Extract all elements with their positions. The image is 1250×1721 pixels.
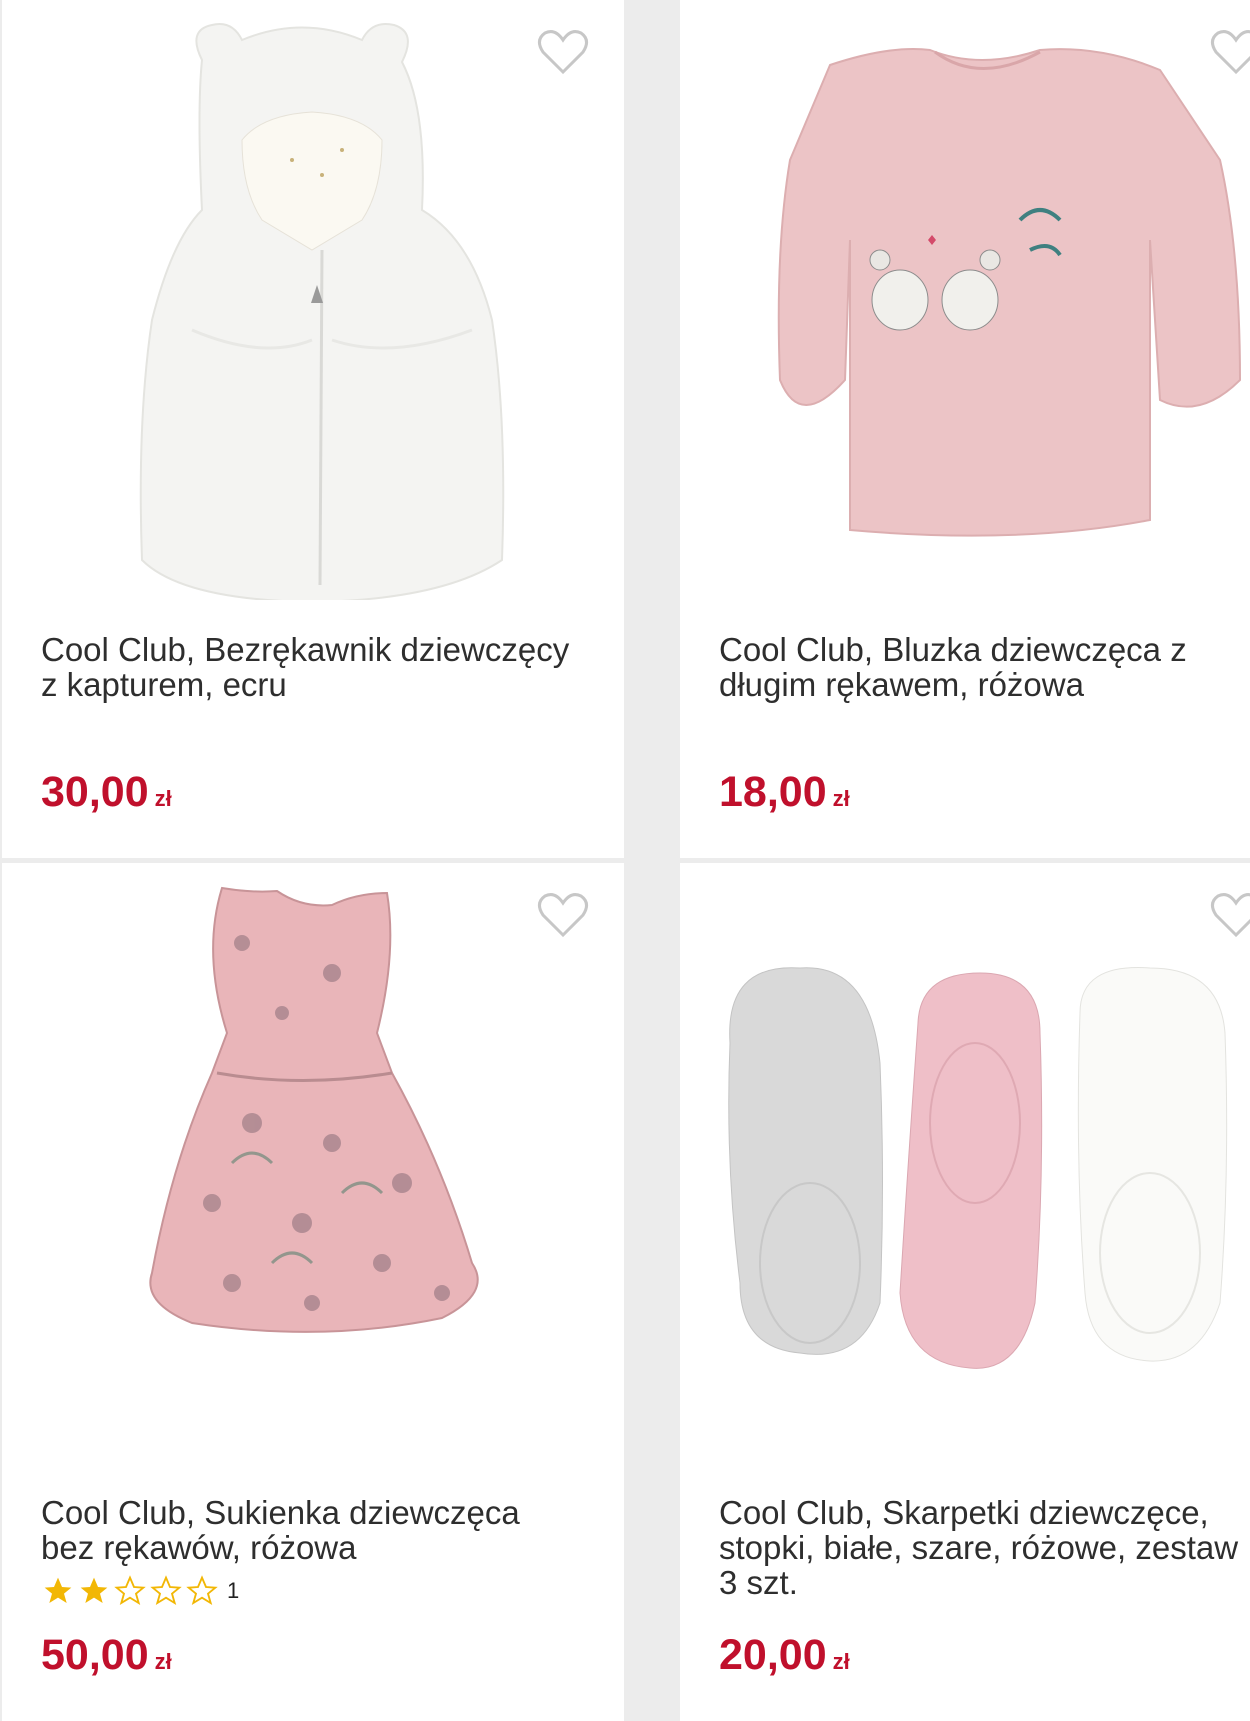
favorite-heart-icon[interactable] <box>537 28 589 76</box>
review-count: 1 <box>227 1578 240 1603</box>
product-price: 18,00 zł <box>719 768 850 816</box>
product-image[interactable] <box>680 0 1250 600</box>
product-image[interactable] <box>2 863 624 1463</box>
product-image[interactable] <box>680 863 1250 1463</box>
star-filled-icon <box>44 1577 72 1603</box>
product-card[interactable]: Cool Club, Sukienka dziewczęca bez rękaw… <box>2 863 624 1721</box>
product-card[interactable]: Cool Club, Bezrękawnik dziewczęcy z kapt… <box>2 0 624 858</box>
product-title[interactable]: Cool Club, Bluzka dziewczęca z długim rę… <box>719 632 1250 702</box>
product-title[interactable]: Cool Club, Bezrękawnik dziewczęcy z kapt… <box>41 632 601 702</box>
star-filled-icon <box>80 1577 108 1603</box>
product-title[interactable]: Cool Club, Skarpetki dziewczęce, stopki,… <box>719 1495 1250 1600</box>
star-empty-icon <box>150 1575 182 1606</box>
rating-stars: 1 <box>41 1575 239 1607</box>
favorite-heart-icon[interactable] <box>1210 891 1250 939</box>
favorite-heart-icon[interactable] <box>1210 28 1250 76</box>
product-title[interactable]: Cool Club, Sukienka dziewczęca bez rękaw… <box>41 1495 601 1565</box>
favorite-heart-icon[interactable] <box>537 891 589 939</box>
product-price: 20,00 zł <box>719 1631 850 1679</box>
star-empty-icon <box>114 1575 146 1606</box>
product-price: 30,00 zł <box>41 768 172 816</box>
product-image[interactable] <box>2 0 624 600</box>
product-card[interactable]: Cool Club, Skarpetki dziewczęce, stopki,… <box>680 863 1250 1721</box>
product-price: 50,00 zł <box>41 1631 172 1679</box>
product-card[interactable]: Cool Club, Bluzka dziewczęca z długim rę… <box>680 0 1250 858</box>
star-empty-icon <box>186 1575 218 1606</box>
